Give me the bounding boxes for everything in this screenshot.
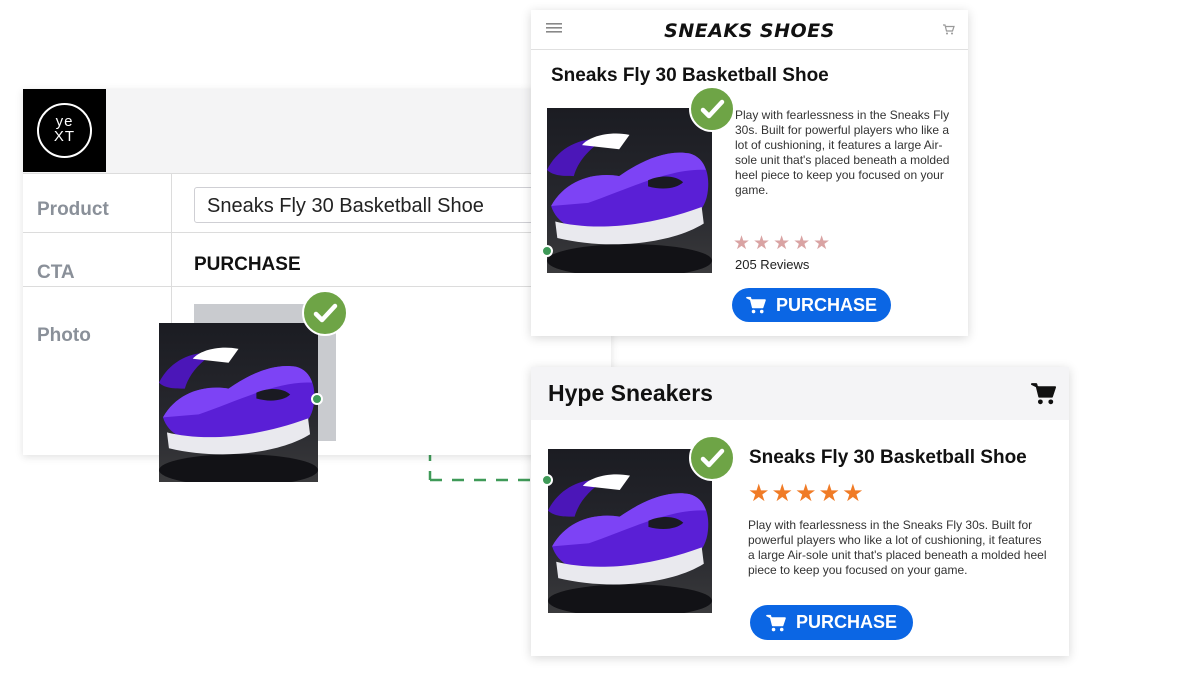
- desktop-product-card: Hype Sneakers Sneaks Fly 30 Basketball S…: [531, 367, 1069, 656]
- header-divider: [531, 49, 968, 50]
- rating-stars: ★★★★★: [748, 480, 866, 507]
- rating-stars: ★★★★★: [733, 233, 834, 254]
- check-icon: [302, 290, 348, 336]
- connector-dot: [541, 245, 553, 257]
- mobile-product-card: SNEAKS SHOES Sneaks Fly 30 Basketball Sh…: [531, 10, 968, 336]
- connector-dot: [311, 393, 323, 405]
- product-label: Product: [37, 199, 109, 220]
- product-image[interactable]: [547, 108, 712, 273]
- row-divider: [23, 232, 611, 233]
- product-title: Sneaks Fly 30 Basketball Shoe: [749, 447, 1027, 468]
- purchase-button[interactable]: PURCHASE: [750, 605, 913, 640]
- cart-icon[interactable]: [1031, 382, 1056, 405]
- photo-label: Photo: [37, 325, 91, 346]
- cms-header: [23, 89, 611, 173]
- brand-logo: SNEAKS SHOES: [664, 20, 835, 42]
- product-description: Play with fearlessness in the Sneaks Fly…: [748, 518, 1047, 577]
- product-title: Sneaks Fly 30 Basketball Shoe: [551, 65, 829, 86]
- cta-field[interactable]: PURCHASE: [194, 254, 301, 276]
- row-divider: [23, 286, 611, 287]
- cart-icon[interactable]: [942, 24, 955, 35]
- store-name[interactable]: Hype Sneakers: [548, 380, 713, 407]
- row-divider: [23, 173, 611, 174]
- cta-label: CTA: [37, 262, 75, 283]
- check-icon: [689, 435, 735, 481]
- purchase-button-label: PURCHASE: [795, 612, 897, 632]
- product-image[interactable]: [548, 449, 712, 613]
- yext-logo-mark: ye XT: [37, 103, 92, 158]
- check-icon: [689, 86, 735, 132]
- cart-icon: [746, 296, 766, 314]
- connector-dot: [541, 474, 553, 486]
- purchase-button-label: PURCHASE: [775, 294, 877, 315]
- purchase-button[interactable]: PURCHASE: [732, 288, 891, 322]
- shoe-photo[interactable]: [159, 323, 318, 482]
- reviews-count[interactable]: 205 Reviews: [735, 257, 809, 272]
- yext-logo: ye XT: [23, 89, 106, 172]
- product-description: Play with fearlessness in the Sneaks Fly…: [735, 108, 950, 197]
- cart-icon: [766, 614, 786, 631]
